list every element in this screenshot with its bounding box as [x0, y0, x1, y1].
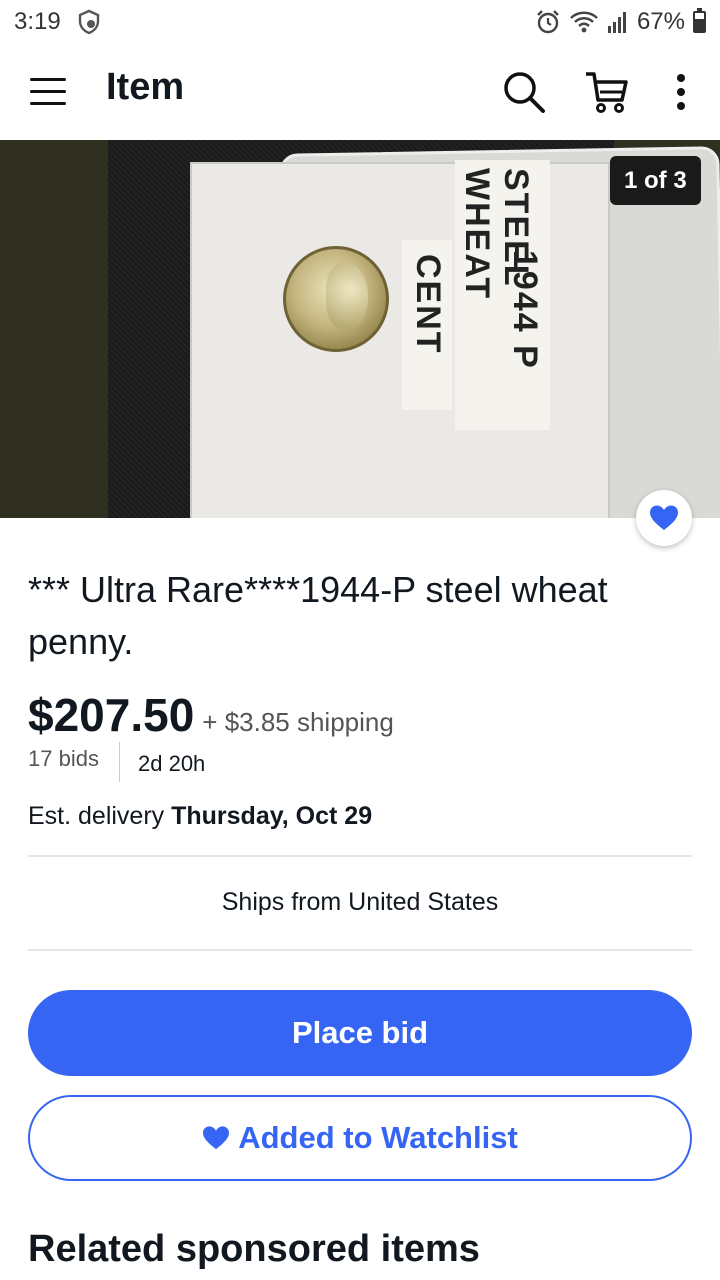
app-header: Item	[0, 44, 720, 140]
menu-button[interactable]	[28, 72, 68, 112]
page-title: Item	[106, 66, 185, 108]
menu-icon	[30, 78, 66, 81]
cart-icon[interactable]	[582, 68, 630, 116]
shield-icon	[78, 9, 100, 35]
photo-label-type: STEEL WHEAT	[458, 168, 535, 301]
watchlist-label: Added to Watchlist	[238, 1120, 518, 1155]
delivery-label: Est. delivery	[28, 802, 172, 830]
shipping-cost: + $3.85 shipping	[202, 707, 394, 737]
divider	[28, 949, 692, 951]
status-bar: 3:19 67%	[0, 0, 720, 44]
photo-label-cent: CENT	[409, 254, 447, 355]
divider	[28, 855, 692, 857]
bid-count[interactable]: 17 bids	[28, 746, 99, 772]
search-icon[interactable]	[500, 68, 548, 116]
status-time: 3:19	[14, 8, 61, 35]
estimated-delivery: Est. delivery Thursday, Oct 29	[28, 802, 372, 831]
coin-image	[283, 246, 389, 352]
image-counter: 1 of 3	[610, 156, 701, 205]
heart-icon	[650, 505, 678, 530]
divider	[119, 742, 120, 782]
ships-from: Ships from United States	[221, 888, 499, 916]
time-left: 2d 20h	[138, 751, 206, 776]
place-bid-button[interactable]: Place bid	[28, 990, 692, 1076]
item-title: *** Ultra Rare****1944-P steel wheat pen…	[28, 569, 608, 662]
signal-icon	[607, 12, 626, 33]
delivery-date: Thursday, Oct 29	[171, 802, 373, 830]
wifi-icon	[570, 11, 598, 33]
battery-percent: 67%	[636, 8, 685, 35]
price-line: $207.50 + $3.85 shipping	[28, 688, 394, 742]
watchlist-button[interactable]: Added to Watchlist	[28, 1095, 692, 1181]
status-right: 67%	[535, 8, 706, 36]
watch-heart-button[interactable]	[636, 490, 692, 546]
battery-fill	[695, 18, 704, 31]
battery-icon	[693, 8, 706, 33]
more-vert-icon[interactable]	[664, 68, 698, 116]
heart-icon	[203, 1126, 230, 1150]
item-price: $207.50	[28, 689, 195, 741]
alarm-icon	[537, 10, 559, 34]
related-heading: Related sponsored items	[28, 1228, 480, 1270]
